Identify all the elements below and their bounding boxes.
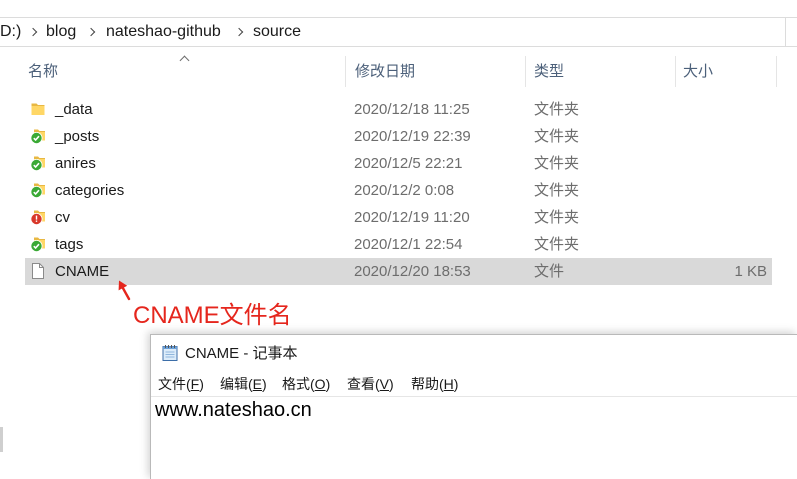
notepad-icon: [161, 344, 179, 362]
column-divider[interactable]: [675, 56, 676, 87]
address-bar[interactable]: D:) blog nateshao-github source: [0, 17, 786, 47]
menu-view[interactable]: 查看(V): [347, 373, 394, 396]
column-header-type[interactable]: 类型: [534, 56, 564, 87]
column-header-size[interactable]: 大小: [683, 56, 713, 87]
column-header-name[interactable]: 名称: [28, 56, 58, 87]
chevron-right-icon[interactable]: [234, 27, 244, 37]
folder-synced-icon: [30, 128, 46, 144]
item-type: 文件夹: [534, 155, 580, 172]
breadcrumb-drive[interactable]: D:): [0, 18, 21, 46]
menu-file[interactable]: 文件(F): [158, 373, 204, 396]
window-title: CNAME - 记事本: [185, 345, 298, 362]
menu-accelerator: H: [443, 376, 454, 392]
item-name: tags: [55, 236, 84, 253]
menu-edit[interactable]: 编辑(E): [220, 373, 267, 396]
list-item[interactable]: categories 2020/12/2 0:08 文件夹: [25, 177, 772, 204]
menu-label-end: ): [325, 376, 331, 392]
menu-label: 编辑(: [220, 376, 253, 392]
arrow-up-icon: [118, 280, 131, 301]
column-divider[interactable]: [525, 56, 526, 87]
notepad-content: www.nateshao.cn: [155, 399, 312, 421]
item-modified: 2020/12/1 22:54: [354, 236, 463, 253]
item-type: 文件夹: [534, 236, 580, 253]
folder-error-icon: [30, 209, 46, 225]
search-box[interactable]: [785, 17, 797, 47]
menu-label: 帮助(: [411, 376, 444, 392]
menu-accelerator: E: [252, 376, 263, 392]
menu-accelerator: O: [314, 376, 326, 392]
menu-label-end: ): [389, 376, 394, 392]
item-type: 文件夹: [534, 182, 580, 199]
item-type: 文件夹: [534, 209, 580, 226]
item-modified: 2020/12/19 22:39: [354, 128, 471, 145]
item-name: cv: [55, 209, 70, 226]
item-name: _posts: [55, 128, 100, 145]
list-item[interactable]: anires 2020/12/5 22:21 文件夹: [25, 150, 772, 177]
list-item[interactable]: cv 2020/12/19 11:20 文件夹: [25, 204, 772, 231]
menu-label-end: ): [199, 376, 204, 392]
menu-accelerator: V: [379, 376, 390, 392]
folder-synced-icon: [30, 155, 46, 171]
item-type: 文件夹: [534, 128, 580, 145]
item-name: CNAME: [55, 263, 110, 280]
list-item[interactable]: _posts 2020/12/19 22:39 文件夹: [25, 123, 772, 150]
item-type: 文件: [534, 263, 565, 280]
item-modified: 2020/12/20 18:53: [354, 263, 471, 280]
breadcrumb-blog[interactable]: blog: [46, 18, 76, 46]
item-modified: 2020/12/18 11:25: [354, 101, 470, 118]
column-divider[interactable]: [776, 56, 777, 87]
item-modified: 2020/12/2 0:08: [354, 182, 455, 199]
nav-pane-scrollbar[interactable]: [0, 427, 3, 452]
folder-synced-icon: [30, 182, 46, 198]
item-type: 文件夹: [534, 101, 580, 118]
breadcrumb-source[interactable]: source: [253, 18, 301, 46]
folder-synced-icon: [30, 236, 46, 252]
item-name: categories: [55, 182, 125, 199]
menu-accelerator: F: [190, 376, 200, 392]
chevron-right-icon[interactable]: [86, 27, 96, 37]
folder-icon: [30, 101, 46, 117]
chevron-right-icon[interactable]: [28, 27, 38, 37]
list-item[interactable]: _data 2020/12/18 11:25 文件夹: [25, 96, 772, 123]
item-size: 1 KB: [734, 263, 767, 280]
column-header-modified[interactable]: 修改日期: [355, 56, 415, 87]
notepad-menu-bar: 文件(F) 编辑(E) 格式(O) 查看(V) 帮助(H): [151, 373, 797, 397]
item-name: _data: [55, 101, 93, 118]
notepad-title-bar[interactable]: CNAME - 记事本: [151, 335, 797, 372]
column-divider[interactable]: [345, 56, 346, 87]
menu-label-end: ): [262, 376, 267, 392]
menu-label: 格式(: [282, 376, 315, 392]
menu-label-end: ): [453, 376, 459, 392]
chevron-up-icon: [179, 55, 190, 66]
menu-format[interactable]: 格式(O): [282, 373, 330, 396]
item-modified: 2020/12/19 11:20: [354, 209, 470, 226]
menu-label: 文件(: [158, 376, 191, 392]
notepad-window[interactable]: CNAME - 记事本 文件(F) 编辑(E) 格式(O) 查看(V) 帮助(H…: [150, 334, 797, 479]
notepad-text-area[interactable]: www.nateshao.cn: [151, 397, 797, 479]
menu-help[interactable]: 帮助(H): [411, 373, 458, 396]
file-icon: [30, 262, 46, 280]
column-header-row: 名称 修改日期 类型 大小: [0, 55, 797, 87]
breadcrumb-repo[interactable]: nateshao-github: [106, 18, 221, 46]
annotation-label: CNAME文件名: [133, 302, 292, 329]
list-item[interactable]: tags 2020/12/1 22:54 文件夹: [25, 231, 772, 258]
item-modified: 2020/12/5 22:21: [354, 155, 463, 172]
item-name: anires: [55, 155, 96, 172]
menu-label: 查看(: [347, 376, 380, 392]
